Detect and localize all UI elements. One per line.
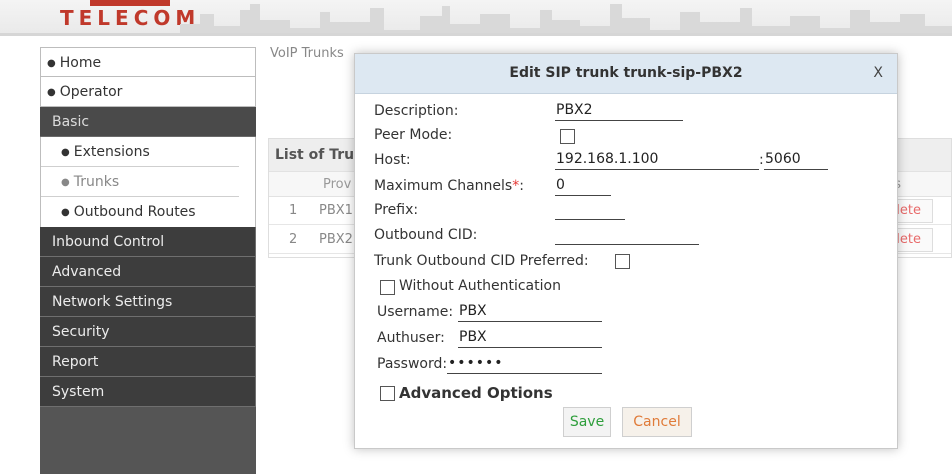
authuser-label: Authuser: <box>377 330 445 346</box>
trunk-cid-preferred-label: Trunk Outbound CID Preferred: <box>374 253 589 269</box>
cancel-button[interactable]: Cancel <box>622 407 692 437</box>
prefix-label: Prefix: <box>374 202 419 218</box>
delete-link[interactable]: lete <box>896 197 921 225</box>
save-button[interactable]: Save <box>563 407 611 437</box>
edit-sip-trunk-dialog: Edit SIP trunk trunk-sip-PBX2 X Descript… <box>354 53 898 449</box>
peer-mode-checkbox[interactable] <box>560 129 575 144</box>
sidebar-item-operator[interactable]: ● Operator <box>40 77 256 107</box>
label-colon: : <box>519 178 524 194</box>
sidebar-item-label: Extensions <box>73 144 150 160</box>
sidebar-basic-submenu: ● Extensions ● Trunks ● Outbound Routes <box>40 137 256 227</box>
city-skyline-graphic <box>180 4 952 33</box>
description-field[interactable] <box>555 99 683 121</box>
sidebar-section-basic[interactable]: Basic <box>40 107 256 137</box>
password-label: Password: <box>377 356 448 372</box>
row-provider: PBX2 <box>319 232 353 247</box>
sidebar-item-label: Operator <box>59 84 123 100</box>
password-field[interactable] <box>447 352 602 374</box>
sidebar-item-extensions[interactable]: ● Extensions <box>41 137 239 167</box>
max-channels-field[interactable] <box>555 174 611 196</box>
bullet-icon: ● <box>61 177 70 188</box>
sidebar-item-inbound-control[interactable]: Inbound Control <box>40 227 256 257</box>
authuser-field[interactable] <box>458 326 602 348</box>
sidebar-item-network-settings[interactable]: Network Settings <box>40 287 256 317</box>
sidebar: ● Home ● Operator Basic ● Extensions ● Trunk… <box>40 47 256 474</box>
row-provider: PBX1 <box>319 203 353 218</box>
bullet-icon: ● <box>61 147 70 158</box>
max-channels-label: Maximum Channels*: <box>374 178 524 194</box>
row-number: 2 <box>289 232 298 247</box>
description-label: Description: <box>374 103 459 119</box>
outbound-cid-label: Outbound CID: <box>374 227 478 243</box>
without-authentication-label: Without Authentication <box>399 278 561 294</box>
username-label: Username: <box>377 304 454 320</box>
sidebar-item-report[interactable]: Report <box>40 347 256 377</box>
sidebar-item-label: Outbound Routes <box>73 204 196 220</box>
peer-mode-label: Peer Mode: <box>374 127 453 143</box>
sidebar-item-home[interactable]: ● Home <box>40 47 256 77</box>
host-field[interactable] <box>555 148 759 170</box>
advanced-options-label: Advanced Options <box>399 384 553 402</box>
column-header-provider: Prov <box>323 177 352 192</box>
bullet-icon: ● <box>47 58 56 69</box>
trunk-cid-preferred-checkbox[interactable] <box>615 254 630 269</box>
sidebar-item-system[interactable]: System <box>40 377 256 407</box>
row-number: 1 <box>289 203 298 218</box>
outbound-cid-field[interactable] <box>555 223 699 245</box>
sidebar-item-security[interactable]: Security <box>40 317 256 347</box>
port-separator: : <box>759 152 764 168</box>
dialog-title: Edit SIP trunk trunk-sip-PBX2 <box>509 65 743 81</box>
advanced-options-checkbox[interactable] <box>380 386 395 401</box>
dialog-header: Edit SIP trunk trunk-sip-PBX2 X <box>355 54 897 94</box>
max-channels-label-text: Maximum Channels <box>374 178 513 194</box>
sidebar-item-label: Trunks <box>73 174 120 190</box>
without-authentication-checkbox[interactable] <box>380 280 395 295</box>
port-field[interactable] <box>764 148 828 170</box>
delete-link[interactable]: lete <box>896 226 921 254</box>
header-banner: TELECOM <box>0 0 952 36</box>
sidebar-item-trunks[interactable]: ● Trunks <box>41 167 239 197</box>
bullet-icon: ● <box>47 87 56 98</box>
sidebar-item-outbound-routes[interactable]: ● Outbound Routes <box>41 197 239 227</box>
host-label: Host: <box>374 152 411 168</box>
page-title: VoIP Trunks <box>270 46 344 61</box>
username-field[interactable] <box>458 300 602 322</box>
sidebar-item-advanced[interactable]: Advanced <box>40 257 256 287</box>
sidebar-item-label: Home <box>59 55 102 71</box>
close-icon[interactable]: X <box>873 65 883 81</box>
bullet-icon: ● <box>61 207 70 218</box>
prefix-field[interactable] <box>555 198 625 220</box>
